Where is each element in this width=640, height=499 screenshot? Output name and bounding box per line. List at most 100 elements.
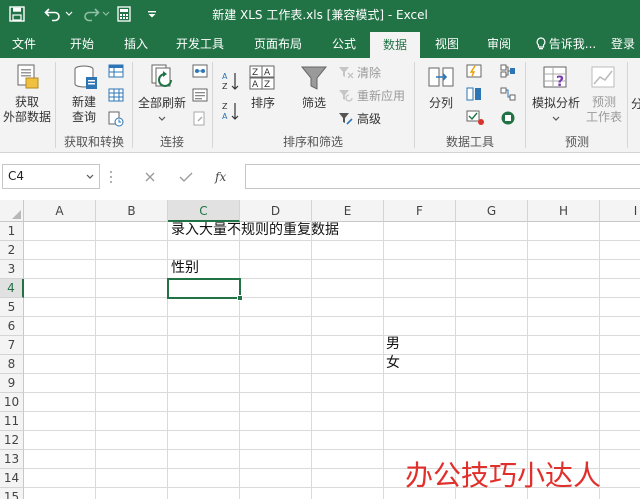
cell-f7[interactable]: 男 (386, 335, 400, 354)
tab-page-layout[interactable]: 页面布局 (246, 30, 310, 58)
tab-data[interactable]: 数据 (370, 32, 420, 58)
row-header-5[interactable]: 5 (0, 298, 24, 317)
row-header-15[interactable]: 15 (0, 488, 24, 499)
get-external-data-button[interactable]: 获取 外部数据 (0, 62, 54, 125)
advanced-filter-button[interactable]: 高级 (338, 110, 381, 127)
row-header-12[interactable]: 12 (0, 431, 24, 450)
column-header-e[interactable]: E (312, 200, 384, 222)
edit-links-button[interactable] (192, 111, 208, 127)
column-header-i[interactable]: I (600, 200, 640, 222)
login-link[interactable]: 登录 (606, 30, 640, 58)
tab-developer[interactable]: 开发工具 (168, 30, 232, 58)
row-header-14[interactable]: 14 (0, 469, 24, 488)
calculator-icon[interactable] (114, 3, 134, 25)
redo-icon[interactable] (80, 3, 102, 25)
row-header-3[interactable]: 3 (0, 260, 24, 279)
name-box-value: C4 (8, 169, 25, 183)
tab-file[interactable]: 文件 (2, 30, 46, 58)
enter-icon[interactable] (172, 164, 200, 189)
column-header-a[interactable]: A (24, 200, 96, 222)
save-icon[interactable] (6, 3, 28, 25)
outline-label: 分 (630, 97, 640, 111)
undo-icon[interactable] (40, 3, 66, 25)
svg-text:?: ? (556, 74, 564, 90)
remove-duplicates-button[interactable] (466, 87, 482, 101)
sort-button[interactable]: ZAAZ 排序 (244, 64, 282, 111)
gridline (239, 222, 240, 499)
row-header-13[interactable]: 13 (0, 450, 24, 469)
tab-insert[interactable]: 插入 (114, 30, 158, 58)
row-header-8[interactable]: 8 (0, 355, 24, 374)
select-all-corner[interactable] (0, 200, 24, 222)
recent-sources-button[interactable] (108, 111, 124, 127)
row-header-9[interactable]: 9 (0, 374, 24, 393)
column-header-h[interactable]: H (528, 200, 600, 222)
row-header-6[interactable]: 6 (0, 317, 24, 336)
sort-ascending-button[interactable]: AZ (220, 70, 240, 92)
filter-button[interactable]: 筛选 (294, 64, 334, 111)
lightbulb-icon (536, 37, 546, 50)
cell-c3[interactable]: 性别 (171, 259, 199, 278)
new-query-button[interactable]: 新建 查询 (62, 62, 106, 125)
redo-dropdown-icon[interactable] (101, 3, 111, 25)
column-header-f[interactable]: F (384, 200, 456, 222)
row-header-1[interactable]: 1 (0, 222, 24, 241)
tell-me-box[interactable]: 告诉我... (532, 30, 600, 58)
text-to-columns-button[interactable]: 分列 (420, 64, 462, 111)
refresh-all-button[interactable]: 全部刷新 (136, 62, 188, 125)
row-header-4[interactable]: 4 (0, 279, 24, 298)
group-get-transform-label: 获取和转换 (63, 135, 124, 149)
row-header-10[interactable]: 10 (0, 393, 24, 412)
column-header-d[interactable]: D (240, 200, 312, 222)
get-data-label-1: 获取 (14, 95, 39, 109)
refresh-icon (151, 64, 172, 87)
title-bar: 新建 XLS 工作表.xls [兼容模式] - Excel (0, 0, 640, 30)
advanced-filter-icon (339, 112, 353, 125)
row-header-2[interactable]: 2 (0, 241, 24, 260)
name-box[interactable]: C4 (2, 164, 100, 189)
insert-function-icon[interactable]: fx (208, 164, 238, 189)
tab-formulas[interactable]: 公式 (322, 30, 366, 58)
what-if-label: 模拟分析 (531, 96, 580, 110)
svg-text:A: A (252, 80, 259, 90)
clear-label: 清除 (357, 66, 382, 80)
reapply-button[interactable]: 重新应用 (338, 87, 405, 104)
formula-input[interactable] (245, 164, 640, 189)
tab-review[interactable]: 审阅 (477, 30, 521, 58)
column-header-b[interactable]: B (96, 200, 168, 222)
cancel-icon[interactable] (136, 164, 164, 189)
row-header-11[interactable]: 11 (0, 412, 24, 431)
connections-button[interactable] (192, 64, 208, 78)
gridline (311, 222, 312, 499)
data-validation-button[interactable] (466, 110, 486, 126)
gridline (24, 240, 640, 241)
forecast-sheet-button[interactable]: 预测 工作表 (584, 64, 624, 125)
consolidate-button[interactable] (500, 64, 516, 78)
cell-c1[interactable]: 录入大量不规则的重复数据 (171, 221, 339, 240)
tab-home[interactable]: 开始 (60, 30, 104, 58)
fill-handle[interactable] (237, 295, 243, 301)
relationships-button[interactable] (500, 87, 516, 101)
row-header-7[interactable]: 7 (0, 336, 24, 355)
cell-f8[interactable]: 女 (386, 354, 400, 373)
remove-duplicates-icon (466, 87, 481, 101)
tab-view[interactable]: 视图 (425, 30, 469, 58)
column-header-g[interactable]: G (456, 200, 528, 222)
reapply-icon (339, 89, 353, 102)
outline-button[interactable]: 分 (630, 96, 640, 112)
undo-dropdown-icon[interactable] (64, 3, 74, 25)
show-queries-button[interactable] (108, 64, 124, 78)
clear-filter-button[interactable]: 清除 (338, 64, 381, 81)
selected-cell-c4[interactable] (167, 278, 243, 301)
properties-button[interactable] (192, 88, 208, 102)
gridline (24, 373, 640, 374)
what-if-analysis-button[interactable]: ? 模拟分析 (528, 64, 584, 125)
flash-fill-button[interactable] (466, 64, 482, 78)
sort-descending-button[interactable]: ZA (220, 100, 240, 122)
customize-qat-icon[interactable] (145, 3, 159, 25)
tell-me-label: 告诉我... (548, 37, 597, 51)
from-table-button[interactable] (108, 88, 124, 102)
column-header-c[interactable]: C (168, 200, 240, 222)
name-box-dropdown-icon[interactable] (86, 174, 94, 180)
manage-data-model-button[interactable] (500, 110, 516, 126)
